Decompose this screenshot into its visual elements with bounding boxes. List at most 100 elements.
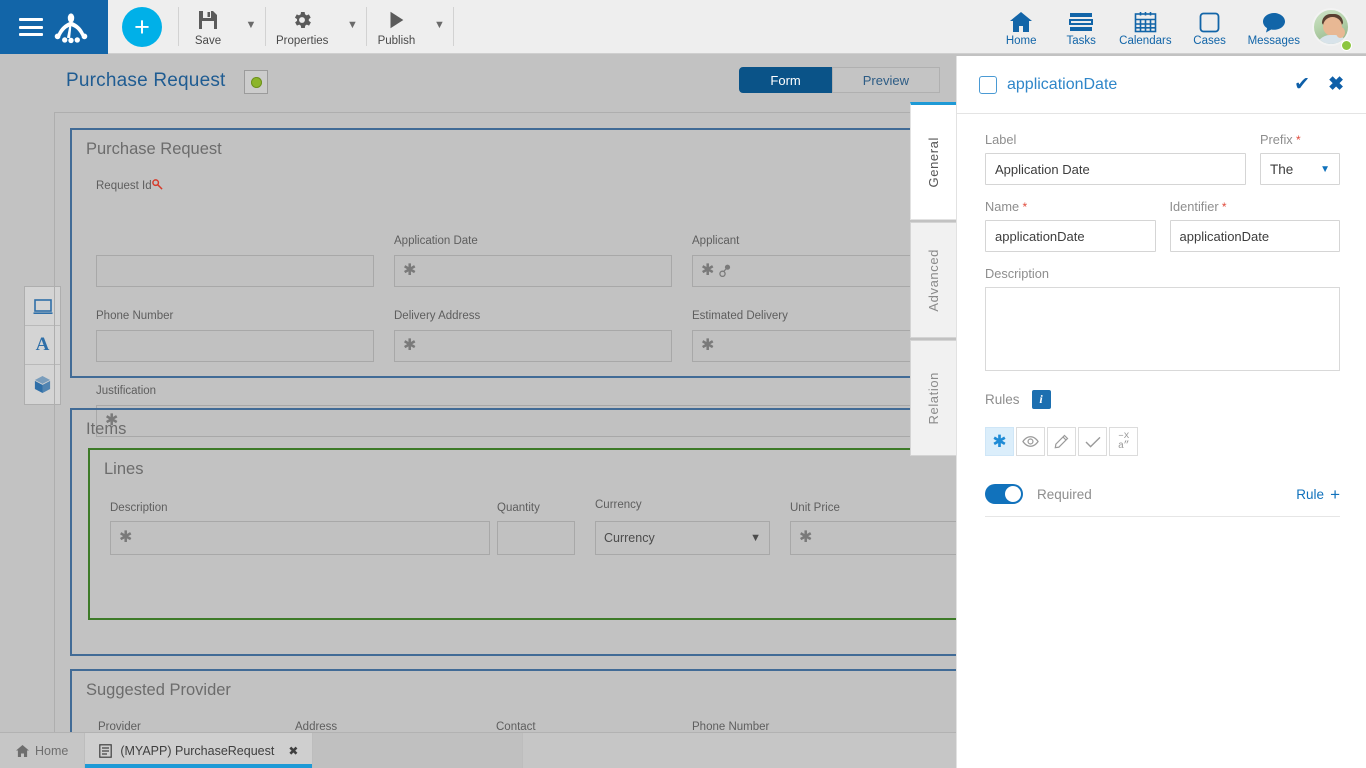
prefix-select[interactable]: The ▼	[1260, 153, 1340, 185]
column-header-provider: Provider	[98, 721, 141, 732]
name-identifier-row: Name * Identifier *	[985, 199, 1340, 266]
label-field-group: Label	[985, 132, 1246, 185]
status-badge[interactable]	[244, 70, 268, 94]
properties-panel-body: Label Prefix * The ▼ Name *	[957, 114, 1366, 517]
visible-eye-icon[interactable]	[1016, 427, 1045, 456]
taskbar-empty-slot	[313, 733, 524, 768]
group-title: Items	[86, 420, 127, 438]
field-select-currency[interactable]: Currency ▼	[595, 521, 770, 555]
brand-area	[0, 0, 108, 54]
frog-logo-icon[interactable]	[53, 10, 89, 44]
field-input-delivery-address[interactable]: ✱	[394, 330, 672, 362]
name-field-group: Name *	[985, 199, 1156, 252]
avatar[interactable]	[1308, 0, 1358, 53]
field-label-request-id: Request Id	[96, 179, 163, 192]
status-dot-icon	[250, 76, 262, 88]
required-asterisk-icon: ✱	[799, 529, 813, 546]
add-rule-label: Rule	[1296, 486, 1325, 502]
subgroup-title: Lines	[104, 460, 144, 478]
property-panel-tabs: General Advanced Relation	[910, 102, 956, 458]
nav-tasks[interactable]: Tasks	[1051, 0, 1111, 53]
description-field-group: Description	[985, 266, 1340, 376]
page-title: Purchase Request	[66, 70, 226, 91]
add-rule-button[interactable]: Rule +	[1296, 486, 1340, 503]
field-label-application-date: Application Date	[394, 235, 478, 247]
format-expression-icon[interactable]: –x a”	[1109, 427, 1138, 456]
label-field-label: Label	[985, 132, 1017, 147]
identifier-field[interactable]	[1169, 220, 1340, 252]
taskbar-item-purchaserequest[interactable]: (MYAPP) PurchaseRequest ✖	[84, 733, 314, 768]
close-icon[interactable]: ✖	[288, 744, 298, 758]
home-icon	[1009, 7, 1033, 33]
valid-check-icon[interactable]	[1078, 427, 1107, 456]
tab-general-label: General	[926, 136, 941, 188]
close-icon[interactable]: ✖	[1328, 75, 1344, 94]
taskbar-home-label: Home	[35, 743, 69, 758]
group-title: Purchase Request	[86, 140, 222, 158]
prefix-select-value: The	[1270, 161, 1294, 177]
nav-home[interactable]: Home	[991, 0, 1051, 53]
required-asterisk-icon: ✱	[701, 337, 715, 354]
nav-messages-label: Messages	[1247, 35, 1300, 47]
field-select-currency-value: Currency	[604, 531, 655, 545]
nav-messages[interactable]: Messages	[1240, 0, 1308, 53]
required-asterisk-icon[interactable]: ✱	[985, 427, 1014, 456]
tab-relation[interactable]: Relation	[910, 340, 956, 456]
nav-cases[interactable]: Cases	[1180, 0, 1240, 53]
field-input-phone-number[interactable]	[96, 330, 374, 362]
tab-preview[interactable]: Preview	[831, 67, 940, 93]
label-prefix-row: Label Prefix * The ▼	[985, 132, 1340, 199]
label-field[interactable]	[985, 153, 1246, 185]
toolbar-divider	[453, 7, 455, 46]
field-input-unit-price[interactable]: ✱	[790, 521, 960, 555]
required-indicator: *	[1218, 200, 1227, 214]
description-field[interactable]	[985, 287, 1340, 371]
required-indicator: *	[1292, 133, 1301, 147]
info-icon[interactable]: i	[1031, 390, 1051, 409]
column-header-address: Address	[295, 721, 338, 732]
properties-dropdown-chevron-down-icon[interactable]: ▼	[338, 0, 366, 53]
properties-button[interactable]: Properties	[266, 0, 338, 53]
publish-group: Publish ▼	[367, 0, 453, 53]
name-field[interactable]	[985, 220, 1156, 252]
field-input-quantity[interactable]	[497, 521, 575, 555]
field-label-delivery-address: Delivery Address	[394, 310, 481, 322]
field-input-request-id[interactable]	[96, 255, 374, 287]
save-button[interactable]: Save	[179, 0, 237, 53]
rule-type-toolbar: ✱ –x a”	[985, 427, 1340, 456]
tab-advanced[interactable]: Advanced	[910, 222, 956, 338]
required-asterisk-icon: ✱	[403, 337, 417, 354]
tab-form[interactable]: Form	[739, 67, 832, 93]
chevron-down-icon: ▼	[750, 532, 761, 544]
nav-calendars-label: Calendars	[1119, 35, 1172, 47]
plus-icon: +	[1330, 484, 1340, 504]
properties-panel-actions: ✔ ✖	[1294, 75, 1344, 94]
required-asterisk-icon: ✱	[403, 262, 417, 279]
publish-button[interactable]: Publish	[367, 0, 425, 53]
required-rule-row: Required Rule +	[985, 484, 1340, 504]
publish-dropdown-chevron-down-icon[interactable]: ▼	[425, 0, 453, 53]
save-dropdown-chevron-down-icon[interactable]: ▼	[237, 0, 265, 53]
save-icon	[197, 8, 219, 32]
nav-tasks-label: Tasks	[1066, 35, 1096, 47]
column-header-contact: Contact	[496, 721, 536, 732]
field-input-application-date[interactable]: ✱	[394, 255, 672, 287]
add-button[interactable]: +	[122, 7, 162, 47]
properties-group: Properties ▼	[266, 0, 366, 53]
form-designer-canvas: Purchase Request Form Preview Purchase R…	[0, 54, 960, 732]
nav-calendars[interactable]: Calendars	[1111, 0, 1179, 53]
tab-general[interactable]: General	[910, 102, 956, 220]
identifier-field-label: Identifier *	[1169, 199, 1227, 214]
save-label: Save	[194, 35, 222, 47]
field-select-checkbox[interactable]	[979, 75, 997, 94]
properties-panel-header: applicationDate ✔ ✖	[957, 56, 1366, 114]
required-toggle[interactable]	[985, 484, 1023, 504]
required-indicator: *	[1019, 200, 1028, 214]
editable-pencil-icon[interactable]	[1047, 427, 1076, 456]
accept-check-icon[interactable]: ✔	[1294, 75, 1310, 94]
field-input-description[interactable]: ✱	[110, 521, 490, 555]
taskbar-home-button[interactable]: Home	[0, 733, 84, 768]
hamburger-icon[interactable]	[19, 18, 43, 36]
tab-advanced-label: Advanced	[926, 248, 941, 312]
people-picker-icon	[719, 264, 731, 278]
